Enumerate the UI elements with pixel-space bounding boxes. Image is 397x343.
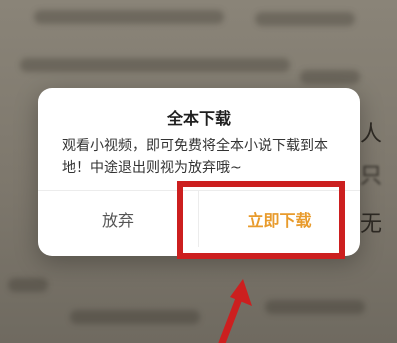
pointer-arrow-icon [218,279,252,343]
